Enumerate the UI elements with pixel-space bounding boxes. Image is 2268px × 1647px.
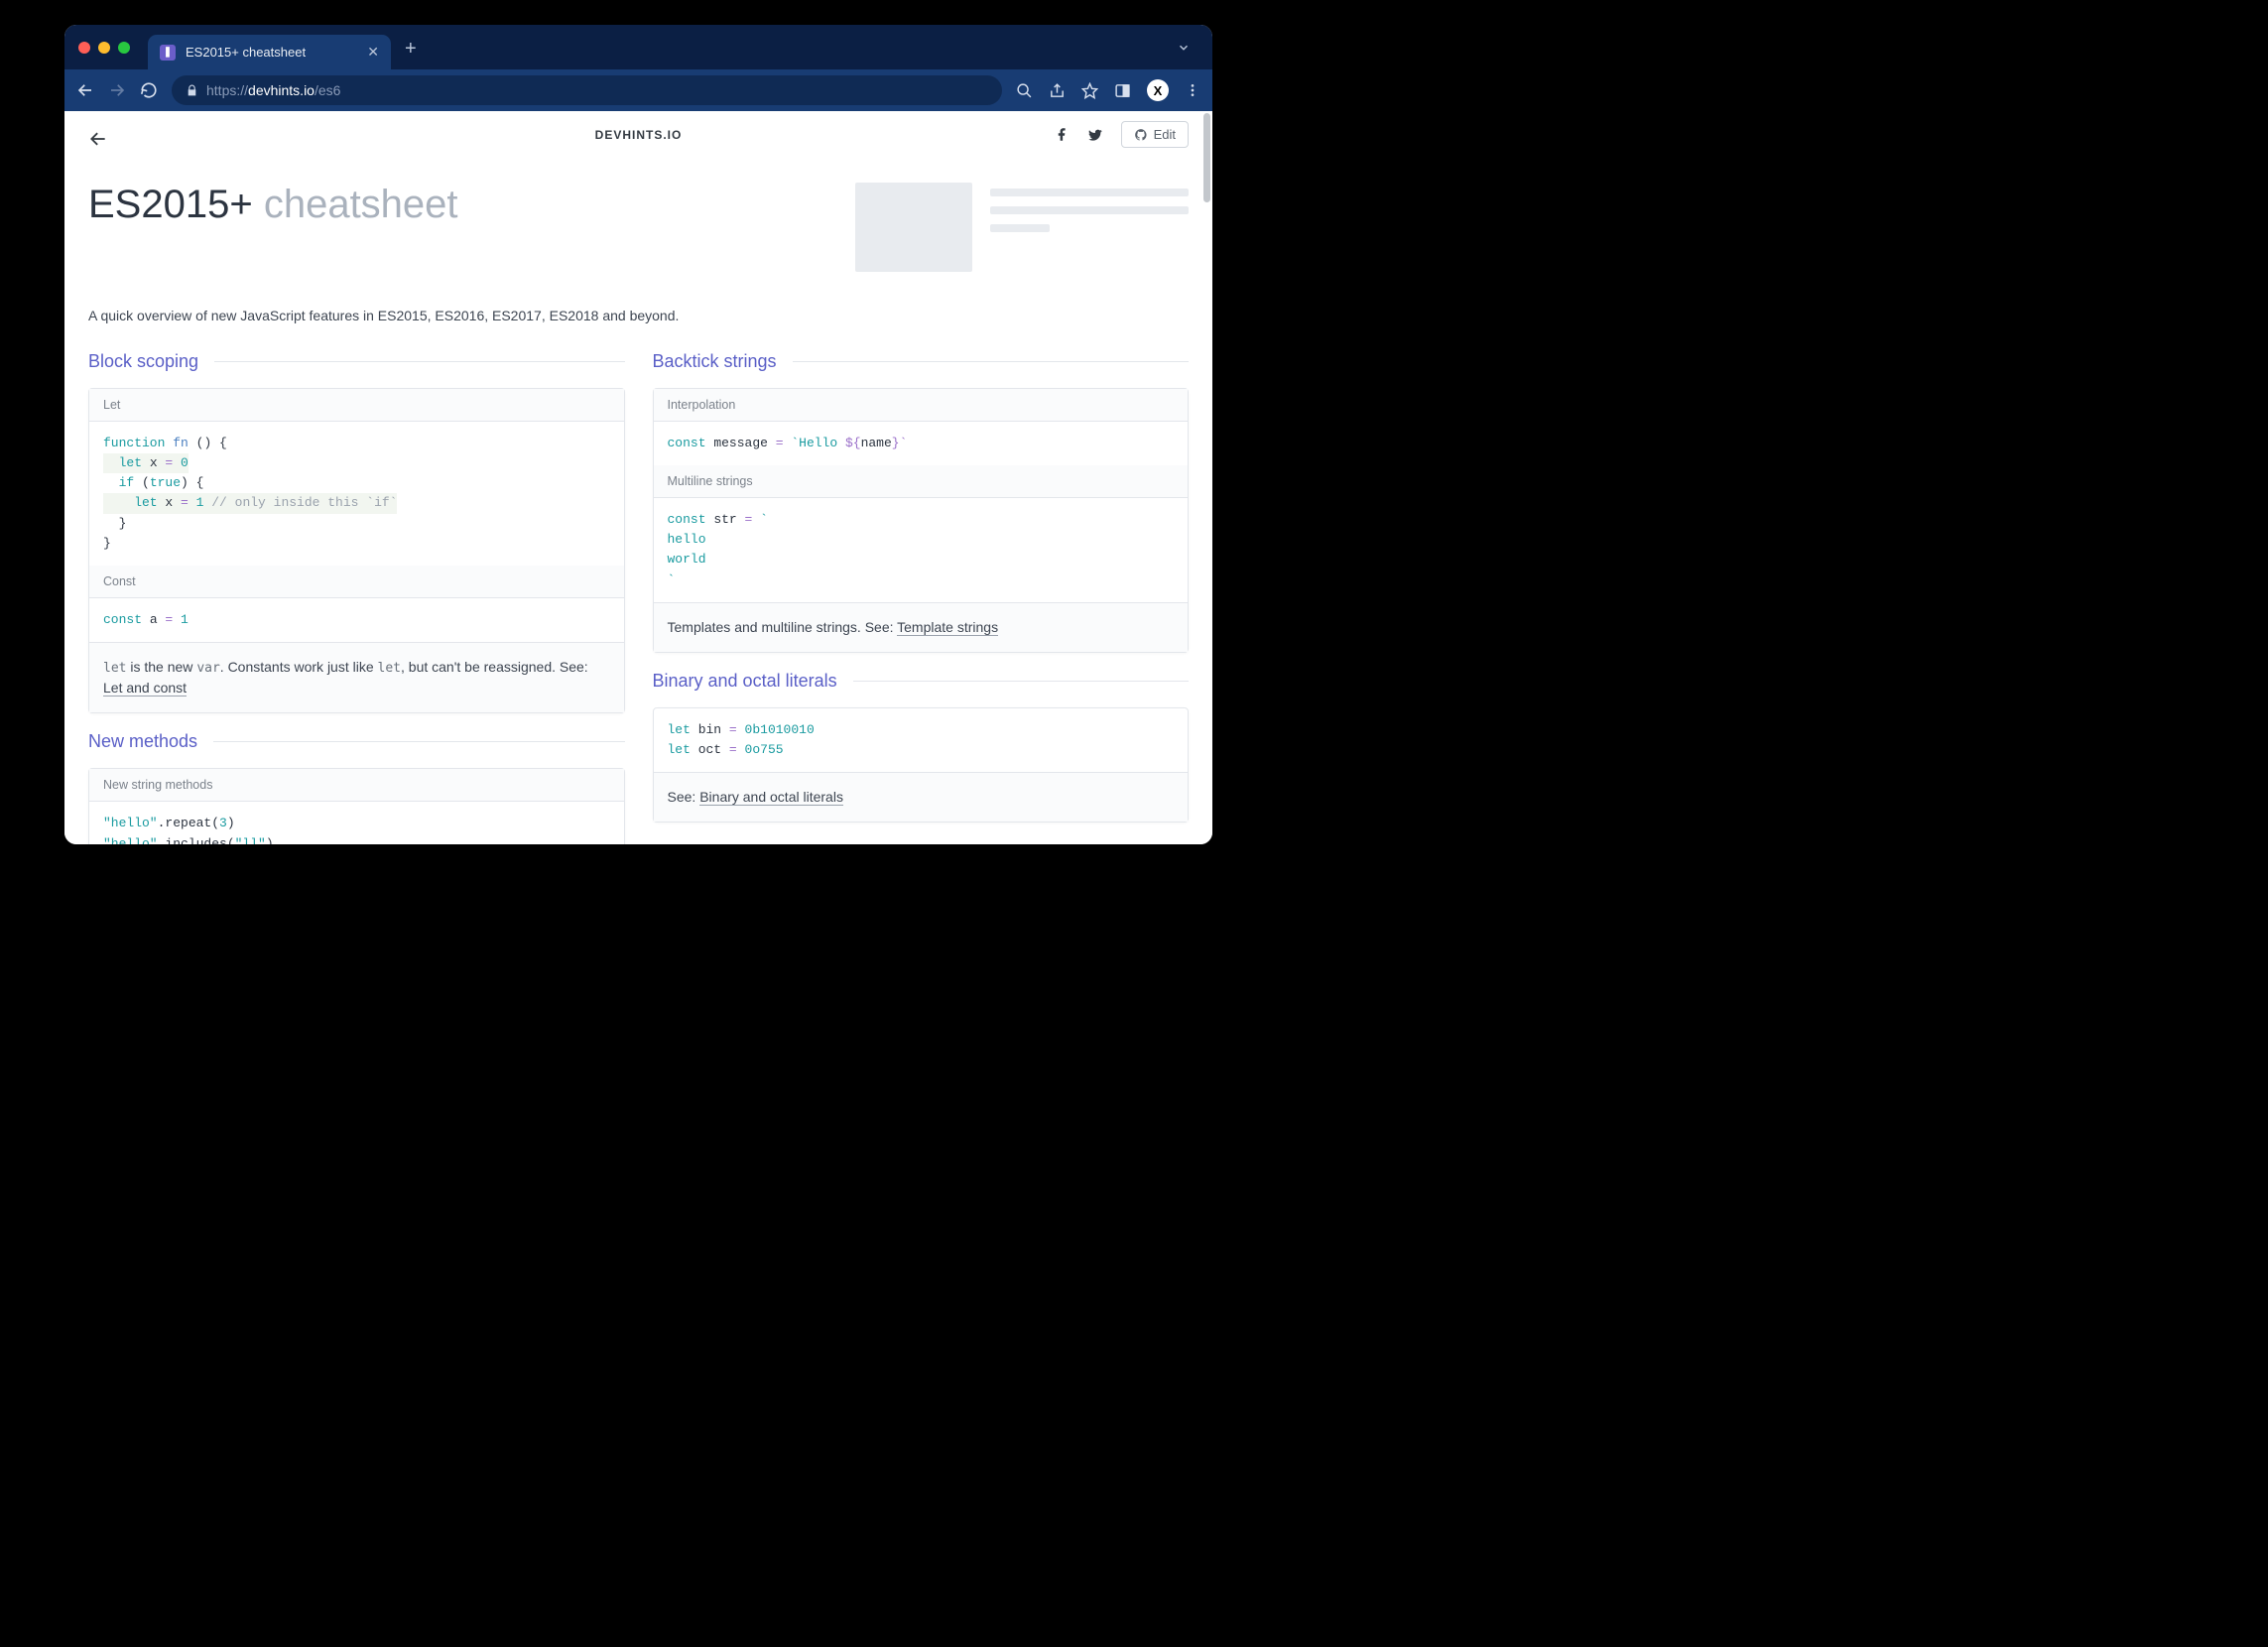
code-block: "hello".repeat(3) "hello".includes("ll")	[89, 802, 624, 844]
browser-tab[interactable]: ❚ ES2015+ cheatsheet ✕	[148, 35, 391, 69]
search-icon[interactable]	[1016, 82, 1033, 99]
tab-favicon-icon: ❚	[160, 45, 176, 61]
code-block: function fn () { let x = 0 if (true) { l…	[89, 422, 624, 566]
panel-icon[interactable]	[1114, 82, 1131, 99]
header-right: Edit	[1055, 121, 1189, 148]
title-bar: ❚ ES2015+ cheatsheet ✕ +	[64, 25, 1212, 69]
card-header: Interpolation	[654, 389, 1189, 422]
browser-toolbar: https://devhints.io/es6 X	[64, 69, 1212, 111]
nav-reload-button[interactable]	[140, 81, 158, 99]
new-tab-button[interactable]: +	[405, 38, 417, 61]
hero: ES2015+ cheatsheet	[88, 159, 1189, 272]
link-template-strings[interactable]: Template strings	[897, 619, 998, 636]
page-title: ES2015+ cheatsheet	[88, 183, 458, 227]
card-note: let is the new var. Constants work just …	[89, 642, 624, 713]
code-block: const message = `Hello ${name}`	[654, 422, 1189, 465]
edit-button-label: Edit	[1154, 127, 1176, 142]
card-string-methods: New string methods "hello".repeat(3) "he…	[88, 768, 625, 844]
tab-title: ES2015+ cheatsheet	[186, 45, 357, 60]
window-zoom-button[interactable]	[118, 42, 130, 54]
ad-image-placeholder	[855, 183, 972, 272]
section-new-methods: New methods	[88, 731, 625, 752]
facebook-icon[interactable]	[1055, 127, 1070, 142]
link-binary-octal[interactable]: Binary and octal literals	[699, 789, 843, 806]
card-header: Let	[89, 389, 624, 422]
section-block-scoping: Block scoping	[88, 351, 625, 372]
url-text: https://devhints.io/es6	[206, 82, 340, 98]
tabs-menu-button[interactable]	[1177, 41, 1191, 55]
window-close-button[interactable]	[78, 42, 90, 54]
code-block: let bin = 0b1010010 let oct = 0o755	[654, 708, 1189, 772]
ad-text-placeholder	[990, 183, 1189, 272]
right-column: Backtick strings Interpolation const mes…	[653, 351, 1190, 844]
card-header: Multiline strings	[654, 465, 1189, 498]
profile-avatar[interactable]: X	[1147, 79, 1169, 101]
site-brand[interactable]: DEVHINTS.IO	[595, 128, 683, 142]
edit-button[interactable]: Edit	[1121, 121, 1189, 148]
link-let-const[interactable]: Let and const	[103, 680, 187, 697]
url-bar[interactable]: https://devhints.io/es6	[172, 75, 1002, 105]
card-note: Templates and multiline strings. See: Te…	[654, 602, 1189, 652]
browser-window: ❚ ES2015+ cheatsheet ✕ + https://devhint…	[64, 25, 1212, 844]
traffic-lights	[78, 42, 130, 54]
page-header: DEVHINTS.IO Edit	[64, 111, 1212, 159]
card-binary-octal: let bin = 0b1010010 let oct = 0o755 See:…	[653, 707, 1190, 823]
github-icon	[1134, 128, 1148, 142]
tab-close-button[interactable]: ✕	[367, 44, 379, 61]
nav-back-button[interactable]	[76, 81, 94, 99]
card-let: Let function fn () { let x = 0 if (true)…	[88, 388, 625, 713]
code-block: const a = 1	[89, 598, 624, 642]
page-content: ES2015+ cheatsheet A quick overview of n…	[64, 159, 1212, 844]
card-backtick: Interpolation const message = `Hello ${n…	[653, 388, 1190, 653]
card-header: Const	[89, 566, 624, 598]
twitter-icon[interactable]	[1087, 127, 1103, 143]
window-minimize-button[interactable]	[98, 42, 110, 54]
code-block: const str = ` hello world `	[654, 498, 1189, 602]
menu-icon[interactable]	[1185, 82, 1200, 98]
card-note: See: Binary and octal literals	[654, 772, 1189, 822]
section-binary-octal: Binary and octal literals	[653, 671, 1190, 692]
bookmark-icon[interactable]	[1081, 82, 1098, 99]
card-header: New string methods	[89, 769, 624, 802]
share-icon[interactable]	[1049, 82, 1066, 99]
section-backtick: Backtick strings	[653, 351, 1190, 372]
ad-placeholder	[855, 183, 1189, 272]
page-subtitle: A quick overview of new JavaScript featu…	[88, 308, 1189, 323]
toolbar-icons: X	[1016, 79, 1200, 101]
site-back-button[interactable]	[88, 129, 108, 149]
left-column: Block scoping Let function fn () { let x…	[88, 351, 625, 844]
lock-icon	[186, 84, 198, 97]
nav-forward-button[interactable]	[108, 81, 126, 99]
page-viewport: DEVHINTS.IO Edit ES2015+ cheatsheet	[64, 111, 1212, 844]
